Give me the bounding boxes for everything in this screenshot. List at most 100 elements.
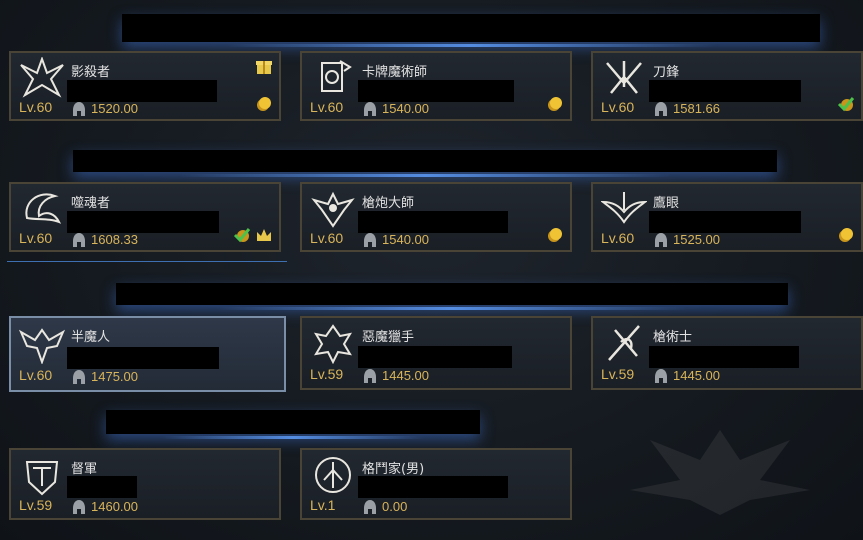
redacted-character-name	[67, 80, 217, 102]
server-banner-3	[116, 283, 788, 310]
character-card-shadowhunter[interactable]: Lv.60 影殺者 1520.00	[9, 51, 281, 121]
shadow-hunter-emblem-icon	[20, 57, 64, 98]
item-level: 1445.00	[364, 368, 429, 383]
striker-emblem-icon	[315, 457, 351, 493]
gold-coin-icon	[548, 228, 562, 242]
check-coin-icon	[837, 97, 855, 112]
item-level-value: 1445.00	[382, 368, 429, 383]
helmet-icon	[364, 232, 376, 247]
class-name: 鷹眼	[653, 196, 680, 211]
check-coin-icon	[233, 228, 251, 243]
gunlancer-emblem-icon	[311, 191, 355, 228]
character-level: Lv.60	[601, 230, 635, 246]
item-level: 1525.00	[655, 232, 720, 247]
redacted-character-name	[67, 476, 137, 498]
selection-underline	[7, 261, 287, 262]
helmet-icon	[73, 101, 85, 116]
character-card-souleater[interactable]: Lv.60 噬魂者 1608.33	[9, 182, 281, 252]
redacted-character-name	[358, 80, 514, 102]
helmet-icon	[655, 368, 667, 383]
sharpshooter-emblem-icon	[601, 192, 647, 224]
character-card-demonic[interactable]: Lv.60 半魔人 1475.00	[9, 316, 286, 392]
souleater-emblem-icon	[25, 193, 62, 224]
character-level: Lv.60	[601, 99, 635, 115]
redacted-character-name	[358, 346, 512, 368]
gift-icon	[256, 61, 272, 74]
background-emblem-icon	[630, 430, 810, 515]
class-name: 槍術士	[653, 330, 693, 345]
redacted-character-name	[358, 211, 508, 233]
item-level: 1581.66	[655, 101, 720, 116]
redacted-character-name	[67, 347, 219, 369]
item-level-value: 1475.00	[91, 369, 138, 384]
lancemaster-emblem-icon	[608, 325, 640, 361]
character-level: Lv.60	[19, 367, 53, 383]
crown-icon	[257, 229, 271, 241]
character-level: Lv.59	[19, 497, 53, 513]
character-card-deadeye[interactable]: Lv.59 惡魔獵手 1445.00	[300, 316, 572, 390]
server-banner-2	[73, 150, 777, 177]
item-level: 1475.00	[73, 369, 138, 384]
deathblade-emblem-icon	[606, 61, 642, 94]
character-card-gunlancer[interactable]: Lv.60 槍炮大師 1540.00	[300, 182, 572, 252]
class-name: 卡牌魔術師	[362, 65, 428, 80]
demonic-emblem-icon	[19, 328, 65, 364]
helmet-icon	[73, 369, 85, 384]
class-name: 槍炮大師	[362, 196, 415, 211]
character-level: Lv.59	[601, 366, 635, 382]
character-level: Lv.60	[310, 99, 344, 115]
character-card-lancemaster[interactable]: Lv.59 槍術士 1445.00	[591, 316, 863, 390]
redacted-character-name	[649, 211, 801, 233]
redacted-character-name	[649, 80, 801, 102]
character-level: Lv.59	[310, 366, 344, 382]
helmet-icon	[73, 232, 85, 247]
class-name: 督軍	[71, 462, 98, 477]
item-level-value: 1445.00	[673, 368, 720, 383]
class-name: 噬魂者	[71, 196, 111, 211]
redacted-character-name	[649, 346, 799, 368]
item-level-value: 1581.66	[673, 101, 720, 116]
item-level: 1445.00	[655, 368, 720, 383]
item-level: 1540.00	[364, 232, 429, 247]
helmet-icon	[364, 499, 376, 514]
redacted-character-name	[358, 476, 508, 498]
helmet-icon	[364, 101, 376, 116]
character-card-striker[interactable]: Lv.1 格鬥家(男) 0.00	[300, 448, 572, 520]
item-level: 1540.00	[364, 101, 429, 116]
character-level: Lv.60	[19, 230, 53, 246]
character-card-warlord[interactable]: Lv.59 督軍 1460.00	[9, 448, 281, 520]
item-level: 1520.00	[73, 101, 138, 116]
item-level-value: 1525.00	[673, 232, 720, 247]
gold-coin-icon	[839, 228, 853, 242]
warlord-emblem-icon	[25, 461, 59, 496]
item-level: 1608.33	[73, 232, 138, 247]
item-level-value: 1608.33	[91, 232, 138, 247]
helmet-icon	[655, 101, 667, 116]
class-name: 格鬥家(男)	[362, 462, 425, 477]
class-name: 惡魔獵手	[362, 330, 415, 345]
server-banner-4	[106, 410, 480, 439]
helmet-icon	[364, 368, 376, 383]
item-level: 1460.00	[73, 499, 138, 514]
redacted-character-name	[67, 211, 219, 233]
class-name: 半魔人	[71, 330, 111, 345]
gold-coin-icon	[257, 97, 271, 111]
gold-coin-icon	[548, 97, 562, 111]
character-level: Lv.60	[310, 230, 344, 246]
arcanist-emblem-icon	[321, 60, 352, 92]
item-level-value: 1540.00	[382, 232, 429, 247]
helmet-icon	[655, 232, 667, 247]
item-level-value: 1460.00	[91, 499, 138, 514]
deadeye-emblem-icon	[313, 324, 353, 364]
character-card-arcanist[interactable]: Lv.60 卡牌魔術師 1540.00	[300, 51, 572, 121]
helmet-icon	[73, 499, 85, 514]
item-level-value: 1520.00	[91, 101, 138, 116]
character-card-deathblade[interactable]: Lv.60 刀鋒 1581.66	[591, 51, 863, 121]
item-level-value: 1540.00	[382, 101, 429, 116]
class-name: 刀鋒	[653, 65, 680, 80]
character-level: Lv.60	[19, 99, 53, 115]
character-card-sharpshooter[interactable]: Lv.60 鷹眼 1525.00	[591, 182, 863, 252]
character-level: Lv.1	[310, 497, 336, 513]
server-banner-1	[122, 14, 820, 47]
item-level-value: 0.00	[382, 499, 408, 514]
